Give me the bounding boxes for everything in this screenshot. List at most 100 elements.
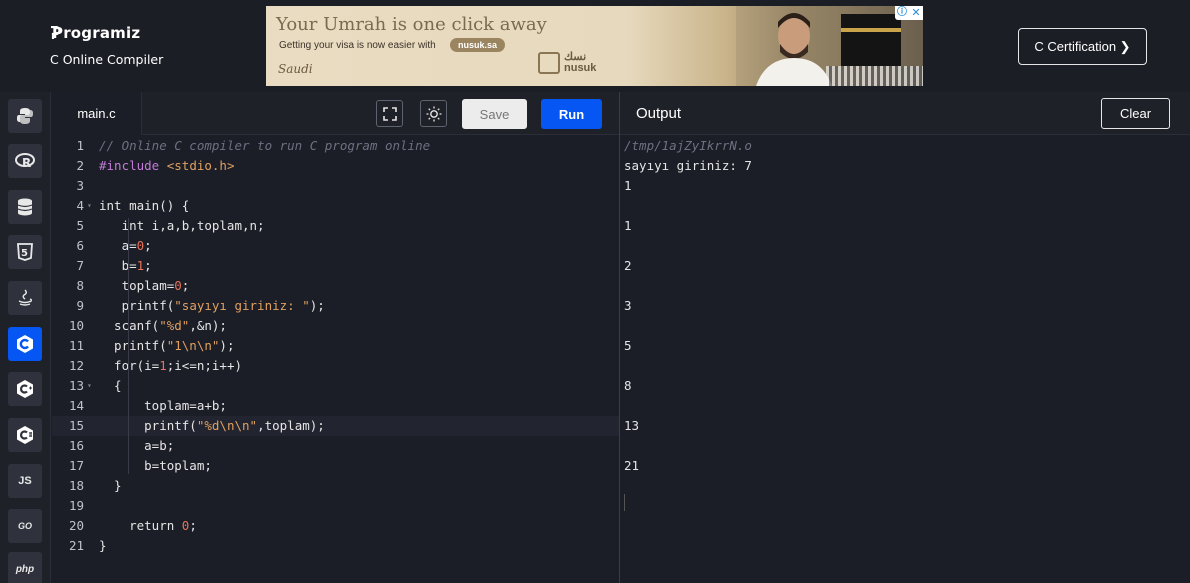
fold-toggle-icon[interactable]: ▾ bbox=[87, 376, 92, 396]
code-line[interactable]: 6 a=0; bbox=[52, 236, 619, 256]
cpp-icon[interactable] bbox=[8, 372, 42, 406]
line-code: #include <stdio.h> bbox=[99, 158, 235, 173]
brand-subtitle: C Online Compiler bbox=[50, 52, 164, 67]
python-icon[interactable] bbox=[8, 99, 42, 133]
code-line[interactable]: 17 b=toplam; bbox=[52, 456, 619, 476]
fullscreen-button[interactable] bbox=[376, 100, 403, 127]
theme-toggle-button[interactable] bbox=[420, 100, 447, 127]
top-header: Programiz C Online Compiler Your Umrah i… bbox=[0, 0, 1190, 92]
csharp-icon[interactable] bbox=[8, 418, 42, 452]
clear-button[interactable]: Clear bbox=[1101, 98, 1170, 129]
r-icon[interactable]: R bbox=[8, 144, 42, 178]
ad-headline: Your Umrah is one click away bbox=[276, 14, 547, 35]
output-line: 8 bbox=[624, 378, 632, 393]
output-console[interactable]: /tmp/1ajZyIkrrN.o sayıyı giriniz: 7 1 1 2 3 5… bbox=[620, 136, 1190, 583]
line-number: 4 bbox=[76, 198, 84, 213]
c-icon[interactable] bbox=[8, 327, 42, 361]
line-code: b=1; bbox=[99, 258, 152, 273]
code-line[interactable]: 14 toplam=a+b; bbox=[52, 396, 619, 416]
code-line[interactable]: 20 return 0; bbox=[52, 516, 619, 536]
output-line: 21 bbox=[624, 458, 640, 473]
code-line[interactable]: 21} bbox=[52, 536, 619, 556]
line-code: toplam=0; bbox=[99, 278, 190, 293]
code-line[interactable]: 19 bbox=[52, 496, 619, 516]
html5-icon[interactable]: 5 bbox=[8, 235, 42, 269]
ad-crowd-image bbox=[826, 66, 923, 86]
go-label: GO bbox=[17, 521, 32, 531]
line-code: a=b; bbox=[99, 438, 175, 453]
fullscreen-icon bbox=[382, 106, 397, 121]
line-number: 8 bbox=[76, 278, 84, 293]
line-number: 5 bbox=[76, 218, 84, 233]
code-line[interactable]: 9 printf("sayıyı giriniz: "); bbox=[52, 296, 619, 316]
line-number: 21 bbox=[68, 538, 84, 553]
js-icon[interactable]: JS bbox=[8, 464, 42, 498]
line-number: 15 bbox=[68, 418, 84, 433]
code-line[interactable]: 18 } bbox=[52, 476, 619, 496]
php-icon[interactable]: php bbox=[8, 552, 42, 583]
advertisement-banner[interactable]: Your Umrah is one click away Getting you… bbox=[266, 6, 923, 86]
go-icon[interactable]: GO bbox=[8, 509, 42, 543]
line-number: 20 bbox=[68, 518, 84, 533]
output-line: 13 bbox=[624, 418, 640, 433]
code-line[interactable]: 4 ▾ int main() { bbox=[52, 196, 619, 216]
code-editor[interactable]: 1 // Online C compiler to run C program o… bbox=[52, 136, 619, 583]
php-label: php bbox=[15, 563, 35, 575]
code-line[interactable]: 3 bbox=[52, 176, 619, 196]
line-number: 9 bbox=[76, 298, 84, 313]
database-icon[interactable] bbox=[8, 190, 42, 224]
editor-toolbar: main.c Save Run bbox=[52, 92, 619, 135]
ad-subline: Getting your visa is now easier with bbox=[279, 40, 436, 51]
line-code: scanf("%d",&n); bbox=[99, 318, 227, 333]
code-line[interactable]: 2 #include <stdio.h> bbox=[52, 156, 619, 176]
code-line[interactable]: 1 // Online C compiler to run C program o… bbox=[52, 136, 619, 156]
line-code: printf("%d\n\n",toplam); bbox=[99, 418, 325, 433]
nusuk-latin: nusuk bbox=[564, 62, 597, 74]
ad-info-icon[interactable]: ⓘ bbox=[895, 6, 909, 20]
brand[interactable]: Programiz C Online Compiler bbox=[50, 24, 163, 67]
line-number: 10 bbox=[68, 318, 84, 333]
sun-icon bbox=[426, 106, 441, 121]
code-line[interactable]: 10 scanf("%d",&n); bbox=[52, 316, 619, 336]
ad-close-icon[interactable]: ✕ bbox=[909, 6, 923, 20]
line-number: 6 bbox=[76, 238, 84, 253]
line-code: int main() { bbox=[99, 198, 190, 213]
code-line[interactable]: 8 toplam=0; bbox=[52, 276, 619, 296]
fold-toggle-icon[interactable]: ▾ bbox=[87, 196, 92, 216]
line-code: for(i=1;i<=n;i++) bbox=[99, 358, 243, 373]
indent-guide bbox=[128, 218, 129, 474]
output-header: Output Clear bbox=[620, 92, 1190, 135]
ad-url-pill: nusuk.sa bbox=[450, 38, 506, 52]
output-line: 2 bbox=[624, 258, 632, 273]
svg-text:5: 5 bbox=[21, 248, 28, 259]
code-line[interactable]: 11 printf("1\n\n"); bbox=[52, 336, 619, 356]
tab-main-c[interactable]: main.c bbox=[52, 92, 142, 135]
code-line[interactable]: 5 int i,a,b,toplam,n; bbox=[52, 216, 619, 236]
programiz-logo[interactable]: Programiz bbox=[50, 24, 163, 42]
code-line[interactable]: 12 for(i=1;i<=n;i++) bbox=[52, 356, 619, 376]
ad-nusuk-logo: نسك nusuk bbox=[538, 52, 596, 74]
save-button[interactable]: Save bbox=[462, 99, 527, 129]
output-line: 1 bbox=[624, 178, 632, 193]
run-button[interactable]: Run bbox=[541, 99, 602, 129]
line-code: int i,a,b,toplam,n; bbox=[99, 218, 265, 233]
output-line: 1 bbox=[624, 218, 632, 233]
line-code: } bbox=[99, 538, 107, 553]
line-number: 17 bbox=[68, 458, 84, 473]
code-line[interactable]: 15 printf("%d\n\n",toplam); bbox=[52, 416, 619, 436]
line-number: 19 bbox=[68, 498, 84, 513]
line-code: b=toplam; bbox=[99, 458, 212, 473]
line-number: 1 bbox=[76, 138, 84, 153]
java-icon[interactable] bbox=[8, 281, 42, 315]
line-number: 7 bbox=[76, 258, 84, 273]
code-line[interactable]: 13 ▾ { bbox=[52, 376, 619, 396]
ad-kaaba-image bbox=[841, 14, 901, 66]
code-line[interactable]: 16 a=b; bbox=[52, 436, 619, 456]
programiz-logo-icon bbox=[50, 25, 61, 40]
ad-saudi-logo: Saudi bbox=[278, 62, 313, 76]
code-line[interactable]: 7 b=1; bbox=[52, 256, 619, 276]
line-code: printf("1\n\n"); bbox=[99, 338, 235, 353]
c-certification-button[interactable]: C Certification ❯ bbox=[1018, 28, 1147, 65]
nusuk-mark-icon bbox=[538, 52, 560, 74]
line-number: 3 bbox=[76, 178, 84, 193]
